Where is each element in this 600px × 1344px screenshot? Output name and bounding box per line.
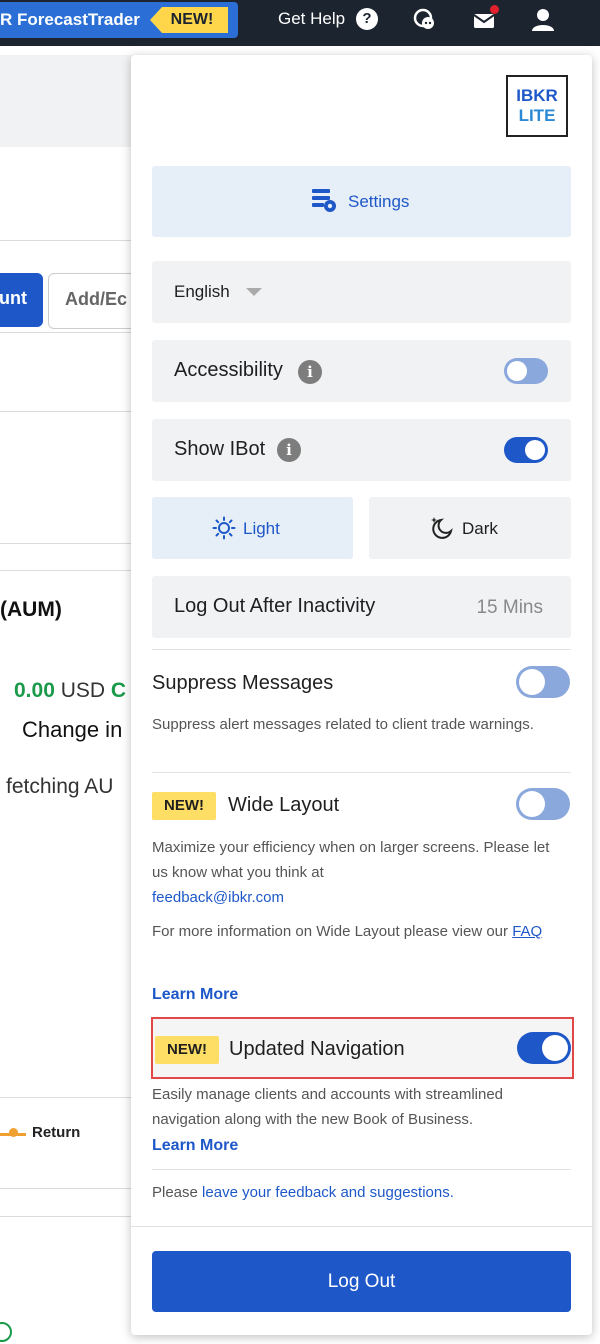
updated-navigation-toggle[interactable] xyxy=(517,1032,571,1064)
divider xyxy=(152,1169,571,1170)
info-icon[interactable]: i xyxy=(298,360,322,384)
logout-inactivity-label: Log Out After Inactivity xyxy=(174,595,376,617)
new-badge: NEW! xyxy=(152,792,216,820)
user-icon[interactable] xyxy=(529,6,557,34)
light-theme-button[interactable]: Light xyxy=(152,497,353,559)
suppress-messages-title: Suppress Messages xyxy=(152,672,334,694)
updated-navigation-description: Easily manage clients and accounts with … xyxy=(152,1086,504,1128)
suppress-messages-description: Suppress alert messages related to clien… xyxy=(152,716,534,733)
aum-heading: (AUM) xyxy=(0,598,62,621)
settings-icon xyxy=(312,189,336,212)
dark-label: Dark xyxy=(462,519,498,538)
wide-layout-toggle[interactable] xyxy=(516,788,570,820)
logout-button[interactable]: Log Out xyxy=(152,1251,571,1312)
settings-label: Settings xyxy=(348,192,410,211)
divider xyxy=(152,649,571,650)
divider xyxy=(0,332,140,333)
show-ibot-row: Show IBot i xyxy=(152,419,571,481)
new-badge: NEW! xyxy=(155,1036,219,1064)
logout-inactivity-select[interactable]: Log Out After Inactivity 15 Mins xyxy=(152,576,571,638)
language-select[interactable]: English xyxy=(152,261,571,323)
show-ibot-label: Show IBot xyxy=(174,438,266,460)
updated-navigation-title: Updated Navigation xyxy=(229,1038,405,1060)
language-value: English xyxy=(174,282,230,301)
notification-dot xyxy=(490,5,499,14)
divider xyxy=(0,1097,140,1098)
divider xyxy=(131,1226,592,1227)
divider xyxy=(0,411,140,412)
suppress-messages-toggle[interactable] xyxy=(516,666,570,698)
light-label: Light xyxy=(243,519,280,538)
aum-value: 0.00 USD C xyxy=(14,679,127,702)
divider xyxy=(0,570,140,571)
updated-navigation-learn-more[interactable]: Learn More xyxy=(152,1137,238,1155)
feedback-text: Please leave your feedback and suggestio… xyxy=(152,1184,454,1201)
wide-layout-learn-more[interactable]: Learn More xyxy=(152,986,238,1004)
chevron-down-icon xyxy=(246,288,262,296)
chat-icon[interactable] xyxy=(411,6,439,34)
wide-layout-title: Wide Layout xyxy=(228,794,340,816)
divider xyxy=(0,1188,140,1189)
accessibility-row: Accessibility i xyxy=(152,340,571,402)
moon-icon xyxy=(431,517,453,539)
sun-icon xyxy=(212,516,236,540)
feedback-link[interactable]: leave your feedback and suggestions. xyxy=(202,1184,454,1201)
legend-dot-icon xyxy=(9,1128,18,1137)
wide-layout-description: Maximize your efficiency when on larger … xyxy=(152,839,550,906)
new-badge: NEW! xyxy=(150,7,228,33)
updated-navigation-row: NEW! Updated Navigation xyxy=(151,1017,574,1079)
background-toolbar xyxy=(0,55,140,147)
change-label: Change in xyxy=(22,717,123,742)
user-menu-dropdown: IBKR LITE Settings English Accessibility… xyxy=(131,55,592,1335)
forecasttrader-label: R ForecastTrader xyxy=(0,10,140,29)
logout-inactivity-value: 15 Mins xyxy=(476,597,543,618)
settings-button[interactable]: Settings xyxy=(152,166,571,237)
get-help-link[interactable]: Get Help xyxy=(278,9,345,29)
help-icon[interactable]: ? xyxy=(356,8,378,30)
divider xyxy=(0,240,140,241)
forecasttrader-banner[interactable]: R ForecastTrader NEW! xyxy=(0,2,238,38)
status-circle-icon xyxy=(0,1322,12,1342)
accessibility-toggle[interactable] xyxy=(504,358,548,384)
fetching-message: fetching AU xyxy=(6,775,114,798)
ibkr-lite-logo: IBKR LITE xyxy=(506,75,568,137)
divider xyxy=(152,772,571,773)
show-ibot-toggle[interactable] xyxy=(504,437,548,463)
info-icon[interactable]: i xyxy=(277,438,301,462)
faq-link[interactable]: FAQ xyxy=(512,923,542,940)
feedback-email-link[interactable]: feedback@ibkr.com xyxy=(152,889,284,906)
top-navigation-bar: R ForecastTrader NEW! Get Help ? xyxy=(0,0,600,46)
divider xyxy=(0,1216,140,1217)
dark-theme-button[interactable]: Dark xyxy=(369,497,571,559)
accessibility-label: Accessibility xyxy=(174,359,283,381)
account-button[interactable]: unt xyxy=(0,273,43,327)
wide-layout-faq-text: For more information on Wide Layout plea… xyxy=(152,923,543,940)
divider xyxy=(0,543,140,544)
